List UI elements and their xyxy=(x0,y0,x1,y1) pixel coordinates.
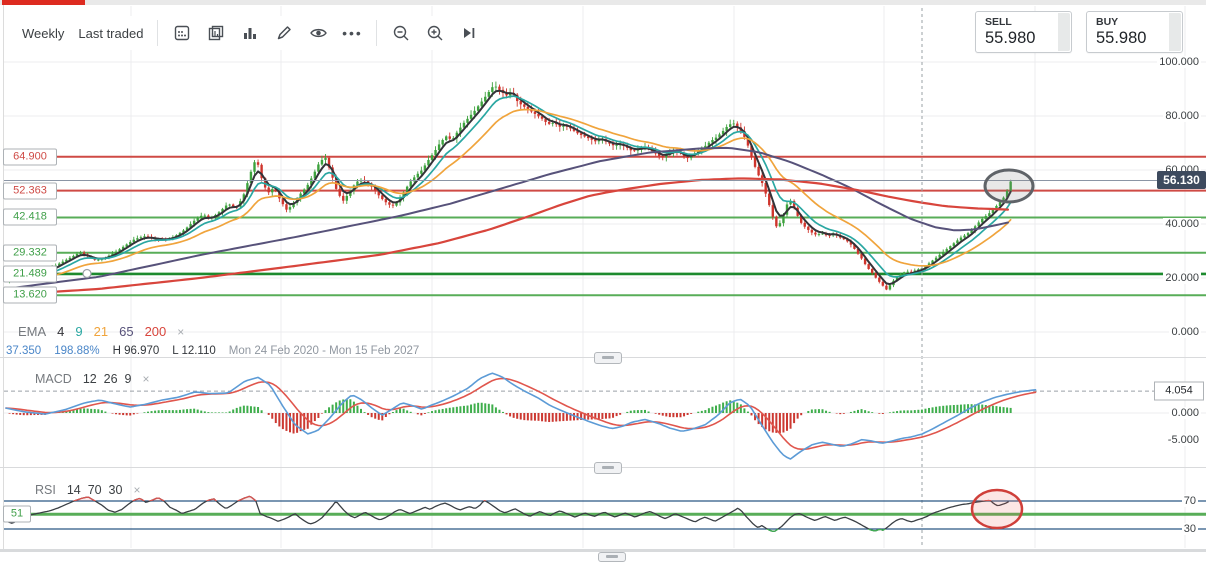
price-type-dropdown[interactable]: Last traded xyxy=(78,26,143,41)
ema-param-4: 4 xyxy=(57,324,64,339)
macd-zero-label: 0.000 xyxy=(1169,407,1201,419)
top-progress-bar xyxy=(2,0,85,5)
rsi-annotation-ellipse[interactable] xyxy=(972,490,1022,528)
more-icon[interactable]: ••• xyxy=(342,23,362,43)
zoom-out-icon[interactable] xyxy=(391,23,411,43)
last-value: 37.350 xyxy=(6,345,41,357)
indicator-grid-icon[interactable] xyxy=(172,23,192,43)
macd-value-label: 4.054 xyxy=(1154,382,1204,401)
ema-legend-params: 49 21 65 200 xyxy=(57,324,166,339)
toolbar-separator xyxy=(157,20,158,46)
level-label-64.900[interactable]: 64.900 xyxy=(3,148,57,165)
ema-param-200: 200 xyxy=(145,324,167,339)
timeframe-dropdown[interactable]: Weekly xyxy=(22,26,64,41)
resize-handle-macd[interactable] xyxy=(594,352,622,364)
price-axis-label: 100.000 xyxy=(1157,56,1201,68)
current-price-badge: 56.130 xyxy=(1157,171,1206,189)
level-label-21.489[interactable]: 21.489 xyxy=(3,265,57,282)
zoom-in-icon[interactable] xyxy=(425,23,445,43)
ema-legend: EMA 49 21 65 200 × xyxy=(18,324,184,339)
ema-param-9: 9 xyxy=(75,324,82,339)
range-high: H 96.970 xyxy=(113,345,160,357)
rsi-close-icon[interactable]: × xyxy=(133,483,140,497)
macd-histogram xyxy=(10,399,1011,433)
level-label-52.363[interactable]: 52.363 xyxy=(3,182,57,199)
price-axis-label: 0.000 xyxy=(1169,326,1201,338)
drawing-anchor-dot[interactable] xyxy=(83,270,91,278)
buy-trend-strip xyxy=(1169,13,1181,51)
ema-param-65: 65 xyxy=(119,324,133,339)
price-axis-label: 80.000 xyxy=(1163,110,1201,122)
top-progress-track xyxy=(0,0,1206,5)
resize-handle-rsi[interactable] xyxy=(594,462,622,474)
draw-icon[interactable] xyxy=(274,23,294,43)
price-annotation-ellipse[interactable] xyxy=(985,170,1033,202)
deal-ticket: SELL 55.980 BUY 55.980 xyxy=(975,11,1183,53)
macd-legend-name: MACD xyxy=(35,372,72,386)
level-label-29.332[interactable]: 29.332 xyxy=(3,244,57,261)
macd-close-icon[interactable]: × xyxy=(142,372,149,386)
rsi-lower-label: 30 xyxy=(1182,523,1198,535)
sell-label: SELL xyxy=(985,16,1012,28)
column-chart-icon[interactable] xyxy=(240,23,260,43)
sell-price: 55.980 xyxy=(985,29,1035,48)
ema-close-icon[interactable]: × xyxy=(177,325,184,339)
buy-label: BUY xyxy=(1096,16,1118,28)
sell-trend-strip xyxy=(1058,13,1070,51)
chart-panels-icon[interactable] xyxy=(206,23,226,43)
eye-icon[interactable] xyxy=(308,23,328,43)
level-label-42.418[interactable]: 42.418 xyxy=(3,209,57,226)
macd-legend-params: 12 26 9 xyxy=(83,372,132,386)
range-low: L 12.110 xyxy=(172,345,215,357)
chart-toolbar: Weekly Last traded ••• xyxy=(14,16,487,50)
level-label-13.620[interactable]: 13.620 xyxy=(3,287,57,304)
go-to-end-icon[interactable] xyxy=(459,23,479,43)
rsi-level-label[interactable]: 51 xyxy=(3,506,31,523)
ema-legend-name: EMA xyxy=(18,324,46,339)
price-axis-label: 20.000 xyxy=(1163,272,1201,284)
rsi-upper-label: 70 xyxy=(1182,495,1198,507)
chart-canvas[interactable] xyxy=(0,0,1206,564)
buy-button[interactable]: BUY 55.980 xyxy=(1086,11,1183,53)
ema-param-21: 21 xyxy=(94,324,108,339)
date-range: Mon 24 Feb 2020 - Mon 15 Feb 2027 xyxy=(229,345,420,357)
trading-chart-app: Weekly Last traded ••• xyxy=(0,0,1206,564)
price-axis-label: 40.000 xyxy=(1163,218,1201,230)
macd-legend: MACD 12 26 9 × xyxy=(35,372,149,386)
change-percent: 198.88% xyxy=(54,345,99,357)
resize-handle-bottom[interactable] xyxy=(598,552,626,562)
rsi-legend-name: RSI xyxy=(35,483,56,497)
macd-low-label: -5.000 xyxy=(1166,434,1201,446)
price-info-row: 37.350 198.88% H 96.970 L 12.110 Mon 24 … xyxy=(6,345,419,357)
toolbar-separator-2 xyxy=(376,20,377,46)
sell-button[interactable]: SELL 55.980 xyxy=(975,11,1072,53)
buy-price: 55.980 xyxy=(1096,29,1146,48)
ema-lines xyxy=(6,91,1011,295)
rsi-legend-params: 14 70 30 xyxy=(67,483,123,497)
rsi-legend: RSI 14 70 30 × xyxy=(35,483,140,497)
